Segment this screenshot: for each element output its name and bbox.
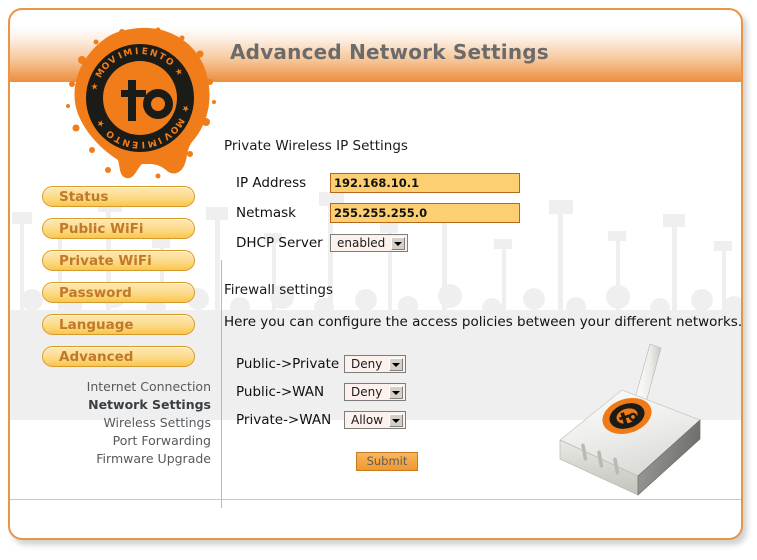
rule-label-public-wan: Public->WAN [236, 384, 325, 400]
firewall-description: Here you can configure the access polici… [224, 314, 743, 330]
sidebar-item-private-wifi[interactable]: Private WiFi [42, 250, 195, 271]
submit-button[interactable]: Submit [356, 452, 418, 471]
footer-separator [10, 499, 741, 500]
svg-text:E: E [141, 47, 148, 58]
netmask-row: Netmask [224, 200, 694, 226]
ip-address-input[interactable] [330, 173, 520, 193]
content-divider [221, 260, 222, 508]
chevron-down-icon[interactable] [389, 386, 403, 399]
submenu-item-firmware-upgrade[interactable]: Firmware Upgrade [42, 450, 211, 468]
chevron-down-icon[interactable] [391, 237, 405, 250]
dhcp-server-select[interactable]: enabled [330, 234, 408, 252]
fon-movimiento-logo: M O V I M I E N T O M O V I M I E N T O … [66, 27, 216, 179]
rule-select-public-wan[interactable]: Deny [344, 383, 406, 401]
svg-text:I: I [141, 139, 145, 149]
chevron-down-icon[interactable] [389, 414, 403, 427]
chevron-down-icon[interactable] [389, 358, 403, 371]
firewall-section-title: Firewall settings [224, 282, 334, 298]
dhcp-server-label: DHCP Server [236, 235, 323, 251]
sidebar-item-public-wifi[interactable]: Public WiFi [42, 218, 195, 239]
sidebar-item-status[interactable]: Status [42, 186, 195, 207]
ip-address-label: IP Address [236, 175, 307, 191]
rule-select-private-wan[interactable]: Allow [344, 411, 406, 429]
page-title: Advanced Network Settings [230, 40, 549, 64]
sidebar-item-language[interactable]: Language [42, 314, 195, 335]
netmask-label: Netmask [236, 205, 296, 221]
sidebar-item-advanced[interactable]: Advanced [42, 346, 195, 367]
submenu-item-network-settings[interactable]: Network Settings [42, 396, 211, 414]
netmask-input[interactable] [330, 203, 520, 223]
rule-label-private-wan: Private->WAN [236, 412, 332, 428]
sidebar-nav: Status Public WiFi Private WiFi Password… [42, 186, 211, 468]
wireless-section-title: Private Wireless IP Settings [224, 138, 408, 154]
ip-address-row: IP Address [224, 170, 694, 196]
router-admin-panel: Advanced Network Settings M O V I M I E … [8, 8, 743, 540]
sidebar-submenu: Internet Connection Network Settings Wir… [42, 378, 211, 468]
fon-router-photo [559, 343, 701, 496]
dhcp-server-row: DHCP Server enabled [224, 230, 694, 256]
submenu-item-port-forwarding[interactable]: Port Forwarding [42, 432, 211, 450]
svg-text:E: E [132, 138, 139, 149]
submenu-item-wireless-settings[interactable]: Wireless Settings [42, 414, 211, 432]
rule-label-public-private: Public->Private [236, 356, 340, 372]
submenu-item-internet-connection[interactable]: Internet Connection [42, 378, 211, 396]
sidebar-item-password[interactable]: Password [42, 282, 195, 303]
rule-select-public-private[interactable]: Deny [344, 355, 406, 373]
svg-text:I: I [135, 47, 139, 57]
